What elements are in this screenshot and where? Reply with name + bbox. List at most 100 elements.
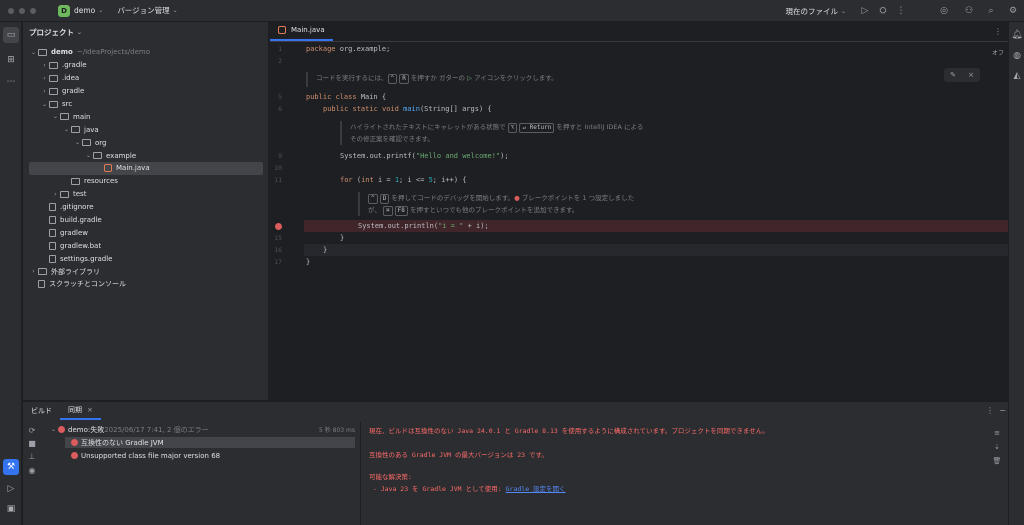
run-icon[interactable]: ▷	[856, 6, 874, 16]
chevron-down-icon[interactable]: ⌄	[98, 7, 103, 14]
minimize-icon[interactable]: −	[999, 406, 1006, 415]
tree-item[interactable]: gradlew	[23, 226, 269, 239]
tree-item[interactable]: ⌄ main	[23, 110, 269, 123]
gradle-icon[interactable]: ◭	[1009, 68, 1024, 84]
chevron-down-icon[interactable]: ⌄	[49, 426, 58, 433]
tree-item[interactable]: › test	[23, 188, 269, 201]
ai-assistant-icon[interactable]: ◎	[930, 6, 958, 16]
line-number[interactable]: 2	[270, 57, 282, 65]
build-tool-icon[interactable]: ⚒	[3, 459, 19, 475]
tab-build[interactable]: ビルド	[23, 406, 60, 416]
line-number[interactable]: 10	[270, 164, 282, 172]
project-badge[interactable]: D	[58, 4, 70, 17]
close-window-button[interactable]	[8, 7, 14, 14]
build-output-console[interactable]: 現在、ビルドは互換性のない Java 24.0.1 と Gradle 8.13 …	[363, 422, 983, 525]
tree-item[interactable]: › gradle	[23, 85, 269, 98]
chevron-down-icon[interactable]: ⌄	[51, 113, 60, 120]
pin-icon[interactable]: ⊥	[27, 452, 37, 461]
reader-mode-icon[interactable]: ✎	[950, 71, 956, 79]
tree-item[interactable]: › 外部ライブラリ	[23, 265, 269, 278]
tree-item[interactable]: ⌄ src	[23, 98, 269, 111]
line-number[interactable]: 9	[270, 152, 282, 160]
chevron-down-icon[interactable]: ⌄	[73, 139, 82, 146]
line-number[interactable]: 17	[270, 258, 282, 266]
tree-item[interactable]: build.gradle	[23, 214, 269, 227]
tree-item[interactable]: ⌄ example	[23, 149, 269, 162]
file-icon	[49, 203, 56, 212]
project-path: ~/IdeaProjects/demo	[76, 48, 151, 57]
inspection-status[interactable]: オフ	[992, 48, 1004, 57]
tab-sync[interactable]: 同期 ×	[60, 402, 101, 420]
line-number[interactable]: 11	[270, 176, 282, 184]
tree-item[interactable]: resources	[23, 175, 269, 188]
terminal-tool-icon[interactable]: ▣	[3, 501, 19, 517]
tree-item[interactable]: settings.gradle	[23, 252, 269, 265]
tree-item[interactable]: › .idea	[23, 72, 269, 85]
tree-item[interactable]: スクラッチとコンソール	[23, 278, 269, 291]
chevron-right-icon[interactable]: ›	[40, 88, 49, 95]
project-tree: ⌄ demo ~/IdeaProjects/demo › .gradle › .idea › g…	[23, 46, 269, 291]
debug-icon[interactable]: ⛭	[874, 6, 892, 16]
chevron-down-icon[interactable]: ⌄	[841, 8, 846, 15]
eye-icon[interactable]: ◉	[27, 466, 37, 475]
line-number[interactable]: 15	[270, 234, 282, 242]
structure-tool-icon[interactable]: ⊞	[3, 52, 19, 68]
tree-item[interactable]: Main.java	[29, 162, 263, 175]
tab-main-java[interactable]: Main.java	[270, 21, 333, 41]
line-number[interactable]: 5	[270, 93, 282, 101]
more-icon[interactable]: ⋮	[892, 6, 910, 16]
stop-icon[interactable]: ■	[27, 439, 37, 448]
build-error-row[interactable]: Unsupported class file major version 68	[65, 450, 355, 461]
tree-item[interactable]: gradlew.bat	[23, 239, 269, 252]
build-error-row[interactable]: 互換性のない Gradle JVM	[65, 437, 355, 448]
chevron-right-icon[interactable]: ›	[40, 62, 49, 69]
more-tabs-icon[interactable]: ⋮	[994, 27, 1002, 36]
line-number[interactable]: 16	[270, 246, 282, 254]
line-number[interactable]: 1	[270, 45, 282, 53]
breakpoint-dot[interactable]	[275, 222, 282, 230]
tree-item[interactable]: ⌄ org	[23, 136, 269, 149]
ai-chat-icon[interactable]: ◍	[1009, 48, 1024, 64]
chevron-down-icon[interactable]: ⌄	[84, 152, 93, 159]
resync-icon[interactable]: ⟳	[27, 426, 37, 435]
chevron-down-icon[interactable]: ⌄	[40, 101, 49, 108]
search-icon[interactable]: ⌕	[980, 6, 1002, 16]
more-icon[interactable]: ⋮	[986, 406, 994, 415]
close-icon[interactable]: ×	[968, 71, 974, 79]
project-panel-header[interactable]: プロジェクト ⌄	[23, 22, 268, 42]
project-tool-icon[interactable]: ▭	[3, 27, 19, 43]
code-line-1: package org.example;	[306, 45, 391, 53]
tree-item[interactable]: › .gradle	[23, 59, 269, 72]
scroll-end-icon[interactable]: ⇣	[992, 440, 1002, 454]
run-config-selector[interactable]: 現在のファイル	[785, 6, 838, 17]
trash-icon[interactable]: 🗑︎	[992, 454, 1002, 468]
chevron-down-icon[interactable]: ⌄	[77, 29, 82, 36]
tree-item[interactable]: ⌄ demo ~/IdeaProjects/demo	[23, 46, 269, 59]
code-editor[interactable]: Main.java ⋮ オフ ✎ × 1 2 5 6 9 10 11 15 16 17 packa…	[270, 22, 1008, 400]
code-line-9: System.out.printf("Hello and welcome!");	[340, 152, 509, 160]
problems-tool-icon[interactable]: ⓘ	[3, 521, 19, 525]
tree-item[interactable]: ⌄ java	[23, 123, 269, 136]
minimize-window-button[interactable]	[19, 7, 25, 14]
window-controls[interactable]	[8, 7, 36, 14]
build-root-row[interactable]: ⌄ demo: 失敗 2025/06/17 7:41, 2 個のエラー 5 秒 …	[49, 424, 359, 435]
chevron-right-icon[interactable]: ›	[40, 75, 49, 82]
tree-item[interactable]: .gitignore	[23, 201, 269, 214]
chevron-down-icon[interactable]: ⌄	[62, 126, 71, 133]
notifications-icon[interactable]: 🔔︎	[1009, 27, 1024, 43]
chevron-right-icon[interactable]: ›	[29, 268, 38, 275]
line-number[interactable]: 6	[270, 105, 282, 113]
more-tools-icon[interactable]: ⋯	[3, 74, 19, 90]
vcs-menu[interactable]: バージョン管理	[117, 5, 169, 16]
run-tool-icon[interactable]: ▷	[3, 481, 19, 497]
settings-gear-icon[interactable]: ⚙	[1002, 6, 1024, 16]
zoom-window-button[interactable]	[30, 7, 36, 14]
open-gradle-settings-link[interactable]: Gradle 設定を開く	[506, 485, 566, 493]
add-user-icon[interactable]: ⚇	[958, 6, 980, 16]
chevron-down-icon[interactable]: ⌄	[173, 7, 178, 14]
close-icon[interactable]: ×	[87, 406, 93, 414]
chevron-down-icon[interactable]: ⌄	[29, 49, 38, 56]
project-selector[interactable]: demo	[74, 6, 95, 15]
chevron-right-icon[interactable]: ›	[51, 191, 60, 198]
soft-wrap-icon[interactable]: ≡	[992, 426, 1002, 440]
